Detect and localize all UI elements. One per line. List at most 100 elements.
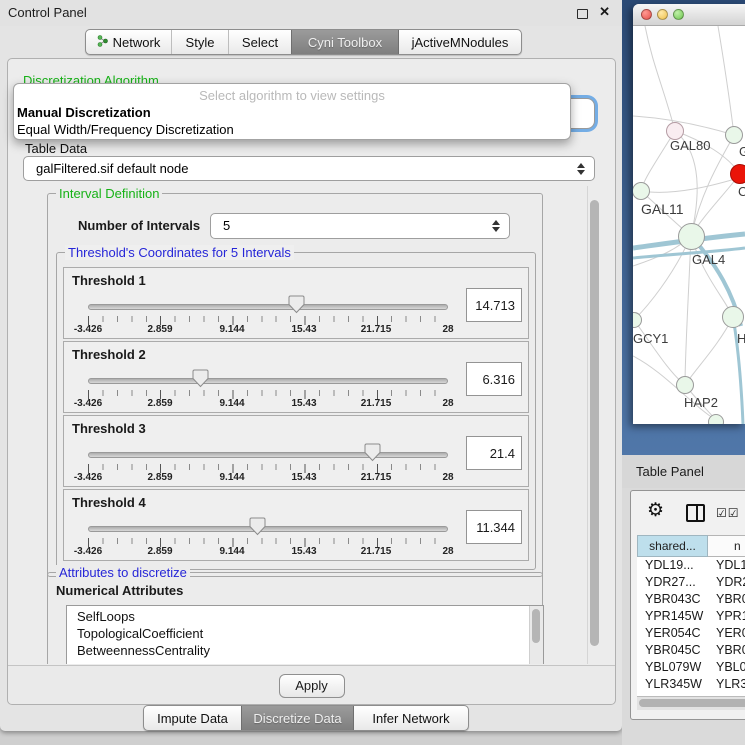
list-item[interactable]: BetweennessCentrality: [77, 643, 210, 658]
threshold-label: Threshold 3: [72, 421, 146, 436]
interval-definition-group: Interval Definition Number of Intervals …: [47, 193, 543, 577]
tab-label: Select: [242, 35, 278, 50]
node-label: GAL80: [670, 138, 710, 153]
slider-thumb[interactable]: [364, 443, 381, 467]
select-columns-icon[interactable]: ☑☑: [716, 506, 740, 520]
table-horizontal-scrollbar[interactable]: [637, 696, 745, 710]
node-label: H: [737, 331, 745, 346]
option-manual-discretization[interactable]: Manual Discretization: [17, 105, 151, 120]
node-label: GCY1: [633, 331, 668, 346]
tab-impute-data[interactable]: Impute Data: [144, 706, 241, 730]
tab-infer-network[interactable]: Infer Network: [353, 706, 468, 730]
slider-thumb[interactable]: [192, 369, 209, 393]
table-panel-header: Table Panel: [622, 455, 745, 488]
close-icon[interactable]: ✕: [599, 4, 610, 20]
numerical-attributes-list: SelfLoops TopologicalCoefficient Between…: [66, 605, 544, 664]
attributes-group-title: Attributes to discretize: [56, 565, 190, 580]
list-item[interactable]: TopologicalCoefficient: [77, 626, 203, 641]
threshold-4-box: Threshold 4 -3.426 2.859 9.144: [63, 489, 529, 561]
tab-select[interactable]: Select: [228, 30, 291, 54]
threshold-3-slider[interactable]: -3.426 2.859 9.144 15.43 21.715 28: [88, 442, 448, 484]
table-data-value: galFiltered.sif default node: [36, 161, 188, 176]
dropdown-hint: Select algorithm to view settings: [14, 88, 570, 103]
node-hap2[interactable]: [676, 376, 694, 394]
slider-track[interactable]: [88, 526, 448, 532]
threshold-label: Threshold 1: [72, 273, 146, 288]
node-selected-red[interactable]: [730, 164, 745, 184]
tab-cyni-toolbox[interactable]: Cyni Toolbox: [291, 30, 398, 54]
table-row[interactable]: YBL079WYBL0: [637, 659, 745, 676]
node-label: HAP2: [684, 395, 718, 410]
network-window-titlebar[interactable]: [633, 4, 745, 26]
table-body: YDL19...YDL1 YDR27...YDR2 YBR043CYBR0 YP…: [637, 557, 745, 710]
minimize-traffic-light[interactable]: [657, 9, 668, 20]
threshold-1-value-field[interactable]: 14.713: [466, 288, 522, 322]
threshold-1-box: Threshold 1 -3.426 2.859 9.144: [63, 267, 529, 339]
columns-icon[interactable]: [686, 504, 705, 522]
float-window-icon[interactable]: [577, 9, 588, 19]
node-gal4[interactable]: [678, 223, 705, 250]
node-label: C: [738, 184, 745, 199]
node-label: GAL4: [692, 252, 725, 267]
control-panel-window: Control Panel ✕ Network Style Select Cyn…: [0, 0, 622, 731]
table-row[interactable]: YDR27...YDR2: [637, 574, 745, 591]
node-label: G: [739, 144, 745, 159]
table-row[interactable]: YER054CYER0: [637, 625, 745, 642]
threshold-4-slider[interactable]: -3.426 2.859 9.144 15.43 21.715 28: [88, 516, 448, 558]
table-row[interactable]: YBR043CYBR0: [637, 591, 745, 608]
threshold-label: Threshold 4: [72, 495, 146, 510]
list-item[interactable]: SelfLoops: [77, 609, 135, 624]
gear-icon[interactable]: ⚙: [647, 501, 664, 520]
threshold-2-value-field[interactable]: 6.316: [466, 362, 522, 396]
node-table-panel: ⚙ ☑☑ shared... n YDL19...YDL1 YDR27...YD…: [630, 490, 745, 720]
column-header-shared-name[interactable]: shared...: [637, 535, 708, 557]
node-clipped-bottom[interactable]: [708, 414, 724, 424]
slider-track[interactable]: [88, 304, 448, 310]
close-traffic-light[interactable]: [641, 9, 652, 20]
slider-scale-labels: -3.426 2.859 9.144 15.43 21.715 28: [88, 472, 448, 484]
settings-scrollbar[interactable]: [587, 186, 602, 664]
table-row[interactable]: YLR345WYLR3: [637, 676, 745, 693]
attributes-group: Attributes to discretize Numerical Attri…: [47, 572, 543, 664]
threshold-3-value-field[interactable]: 21.4: [466, 436, 522, 470]
table-row[interactable]: YBR045CYBR0: [637, 642, 745, 659]
threshold-2-slider[interactable]: -3.426 2.859 9.144 15.43 21.715 28: [88, 368, 448, 410]
tab-jactivemnodules[interactable]: jActiveMNodules: [398, 30, 521, 54]
scrollbar-thumb[interactable]: [590, 200, 599, 646]
table-row[interactable]: YPR145WYPR1: [637, 608, 745, 625]
option-equal-width-frequency[interactable]: Equal Width/Frequency Discretization: [17, 122, 234, 137]
network-canvas[interactable]: GAL80 GAL11 GAL4 GCY1 HAP2 G C H: [633, 26, 745, 424]
column-header-name[interactable]: n: [708, 535, 745, 557]
tab-style[interactable]: Style: [171, 30, 228, 54]
interval-definition-title: Interval Definition: [56, 186, 162, 201]
slider-scale-labels: -3.426 2.859 9.144 15.43 21.715 28: [88, 398, 448, 410]
apply-button[interactable]: Apply: [279, 674, 345, 698]
control-panel-tabs: Network Style Select Cyni Toolbox jActiv…: [85, 29, 522, 55]
tab-network[interactable]: Network: [86, 30, 171, 54]
number-of-intervals-label: Number of Intervals: [78, 218, 200, 233]
panel-footer: Apply: [8, 665, 615, 704]
numerical-attributes-label: Numerical Attributes: [56, 583, 183, 598]
scrollbar-thumb[interactable]: [639, 699, 745, 707]
combo-stepper-icon: [492, 220, 500, 232]
threshold-1-slider[interactable]: -3.426 2.859 9.144 15.43 21.715 28: [88, 294, 448, 336]
node-h[interactable]: [722, 306, 744, 328]
number-of-intervals-combobox[interactable]: 5: [210, 213, 510, 239]
slider-thumb[interactable]: [288, 295, 305, 319]
zoom-traffic-light[interactable]: [673, 9, 684, 20]
table-data-combobox[interactable]: galFiltered.sif default node: [23, 156, 595, 181]
network-view-window: GAL80 GAL11 GAL4 GCY1 HAP2 G C H: [633, 4, 745, 424]
tab-label: Style: [186, 35, 215, 50]
slider-track[interactable]: [88, 378, 448, 384]
table-row[interactable]: YDL19...YDL1: [637, 557, 745, 574]
slider-thumb[interactable]: [249, 517, 266, 541]
node-clipped-top-right[interactable]: [725, 126, 743, 144]
slider-track[interactable]: [88, 452, 448, 458]
threshold-4-value-field[interactable]: 11.344: [466, 510, 522, 544]
node-label: GAL11: [641, 201, 684, 217]
cyni-bottom-tabs: Impute Data Discretize Data Infer Networ…: [143, 705, 469, 731]
list-scrollbar[interactable]: [529, 606, 543, 664]
scrollbar-thumb[interactable]: [532, 609, 540, 643]
tab-label: Infer Network: [372, 711, 449, 726]
tab-discretize-data[interactable]: Discretize Data: [241, 706, 353, 730]
